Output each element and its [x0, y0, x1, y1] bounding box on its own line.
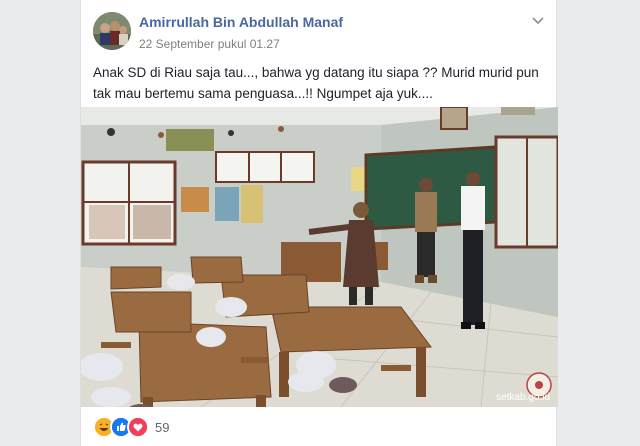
photo-watermark: setkab.go.id	[496, 392, 550, 403]
author-name-link[interactable]: Amirrullah Bin Abdullah Manaf	[139, 14, 343, 30]
post-text: Anak SD di Riau saja tau..., bahwa yg da…	[93, 65, 539, 101]
author-avatar[interactable]	[93, 12, 131, 50]
post-timestamp[interactable]: 22 September pukul 01.27	[139, 37, 280, 51]
reaction-summary[interactable]: 59	[93, 416, 169, 438]
post-photo[interactable]: setkab.go.id	[81, 107, 558, 407]
love-icon[interactable]	[127, 416, 149, 438]
facebook-post-card: Amirrullah Bin Abdullah Manaf 22 Septemb…	[80, 0, 558, 446]
reaction-count[interactable]: 59	[155, 420, 169, 435]
post-options-chevron-icon[interactable]	[530, 12, 546, 28]
